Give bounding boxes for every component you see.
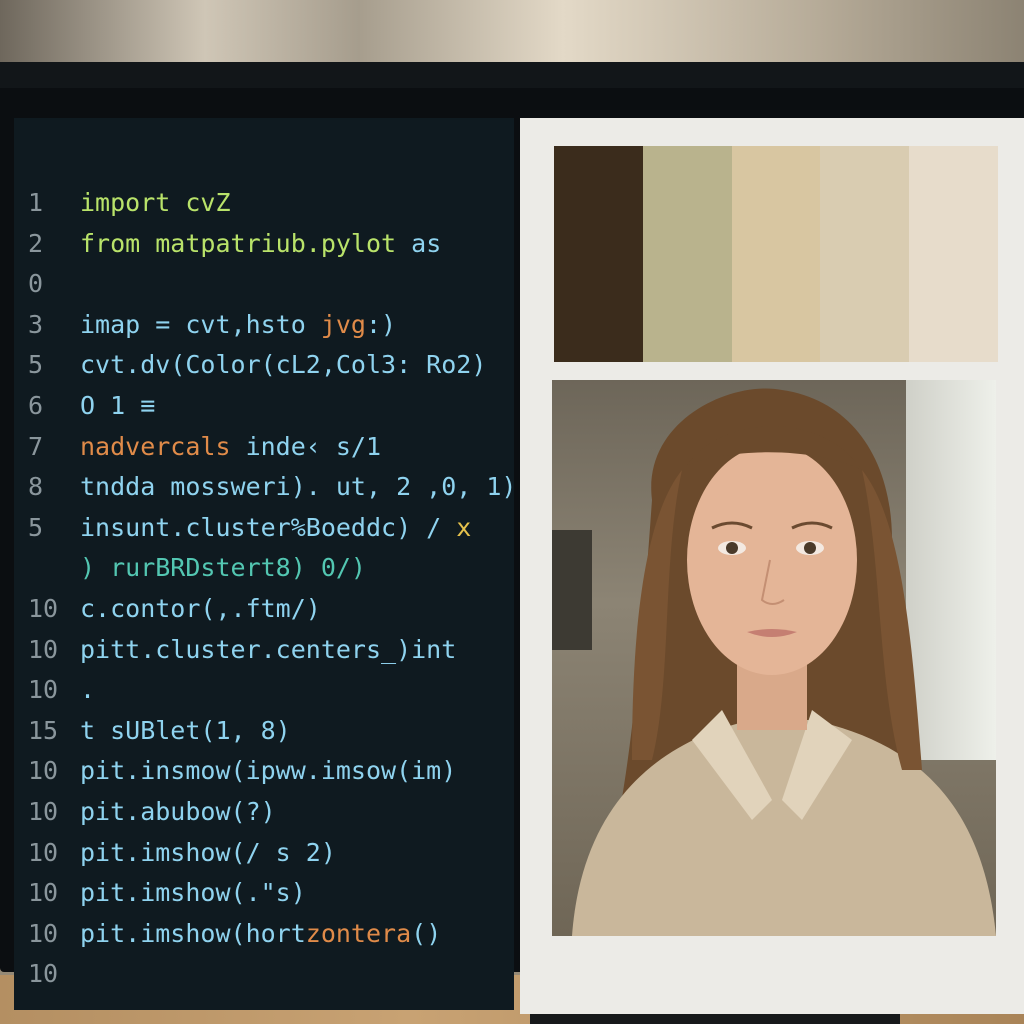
code-text: t sUBlet(1, 8)	[80, 716, 291, 745]
line-number: 10	[28, 756, 59, 786]
code-text: ) rurBRDstert8) 0/)	[80, 553, 366, 582]
code-token: pit.imshow(."s)	[80, 878, 306, 908]
line-number: 3	[28, 309, 44, 339]
palette-swatch	[731, 146, 821, 362]
line-number: 10	[28, 959, 59, 989]
code-token: .	[80, 675, 96, 705]
color-palette	[554, 146, 998, 362]
line-number: 2	[28, 228, 44, 258]
line-number: 5	[28, 512, 44, 542]
code-text: .	[80, 675, 95, 704]
code-token: from matpatriub.pylot	[80, 228, 412, 258]
code-text: tndda mossweri). ut, 2 ,0, 1)	[80, 472, 517, 501]
code-text: O 1 ≡	[80, 391, 155, 420]
code-text: pit.imshow(hortzontera()	[80, 919, 441, 948]
code-token: pit.insmow(ipww.imsow(im)	[80, 756, 457, 786]
code-token: pitt.cluster.centers_)int	[80, 634, 457, 664]
code-token: jvg	[320, 309, 366, 339]
line-number: 10	[28, 675, 59, 705]
code-token: imap = cvt,hsto	[80, 309, 321, 339]
code-token: tndda mossweri). ut, 2 ,0, 1)	[80, 472, 517, 502]
line-number: 5	[28, 350, 44, 380]
code-text: pit.insmow(ipww.imsow(im)	[80, 756, 456, 785]
code-text: import cvZ	[80, 188, 231, 217]
portrait-figure	[572, 388, 996, 936]
code-token: ()	[411, 918, 442, 948]
code-text: pit.imshow(."s)	[80, 878, 306, 907]
line-number: 8	[28, 472, 44, 502]
background-room	[0, 0, 1024, 70]
code-text: insunt.cluster%Boeddc) / x	[80, 513, 471, 542]
line-number: 15	[28, 715, 59, 745]
line-number: 10	[28, 634, 59, 664]
code-token: pit.abubow(?)	[80, 797, 276, 826]
palette-swatch	[820, 146, 910, 362]
code-token: as	[411, 228, 442, 258]
code-text: c.contor(,.ftm/)	[80, 594, 321, 623]
palette-swatch	[554, 146, 643, 362]
line-number: 10	[28, 837, 59, 867]
code-token: inde‹ s/1	[245, 431, 382, 461]
line-number: 10	[28, 594, 59, 623]
code-token: insunt.cluster%Boeddc) /	[80, 512, 457, 542]
monitor: 1 import cvZ 2 from matpatriub.pylot as 0 3 im…	[0, 62, 1024, 1014]
palette-swatch	[642, 146, 732, 362]
code-token: O 1 ≡	[80, 391, 156, 420]
code-text: pitt.cluster.centers_)int	[80, 635, 456, 664]
line-number: 7	[28, 431, 44, 461]
code-token: t sUBlet(1, 8)	[80, 715, 291, 745]
code-text: nadvercals inde‹ s/1	[80, 432, 381, 461]
window-titlebar	[0, 62, 1024, 88]
line-number: 10	[28, 797, 59, 826]
output-panel	[520, 118, 1024, 1014]
code-text: from matpatriub.pylot as	[80, 229, 441, 258]
code-token: pit.imshow(/ s 2)	[80, 837, 336, 867]
code-token: c.contor(,.ftm/)	[80, 594, 321, 623]
code-text: imap = cvt,hsto jvg:)	[80, 310, 396, 339]
code-token: pit.imshow(hort	[80, 918, 306, 948]
code-text: cvt.dv(Color(cL2,Col3: Ro2)	[80, 350, 486, 379]
code-token: zontera	[305, 918, 412, 948]
code-token: ) rurBRDstert8) 0/)	[80, 553, 366, 583]
palette-swatch	[909, 146, 998, 362]
code-editor[interactable]: 1 import cvZ 2 from matpatriub.pylot as 0 3 im…	[14, 118, 517, 1010]
code-token: x	[456, 512, 472, 542]
portrait-photo	[552, 380, 996, 936]
line-number: 6	[28, 391, 44, 420]
code-token: nadvercals	[80, 431, 246, 461]
code-token: :)	[365, 309, 397, 339]
code-token: import cvZ	[80, 188, 231, 217]
code-token: cvt.dv(Color(cL2,Col3: Ro2)	[80, 350, 487, 380]
code-text: pit.abubow(?)	[80, 797, 276, 826]
line-number: 10	[28, 878, 59, 908]
code-text: pit.imshow(/ s 2)	[80, 838, 336, 867]
line-number: 1	[28, 188, 44, 217]
line-number: 10	[28, 918, 59, 948]
line-number: 0	[28, 269, 44, 299]
